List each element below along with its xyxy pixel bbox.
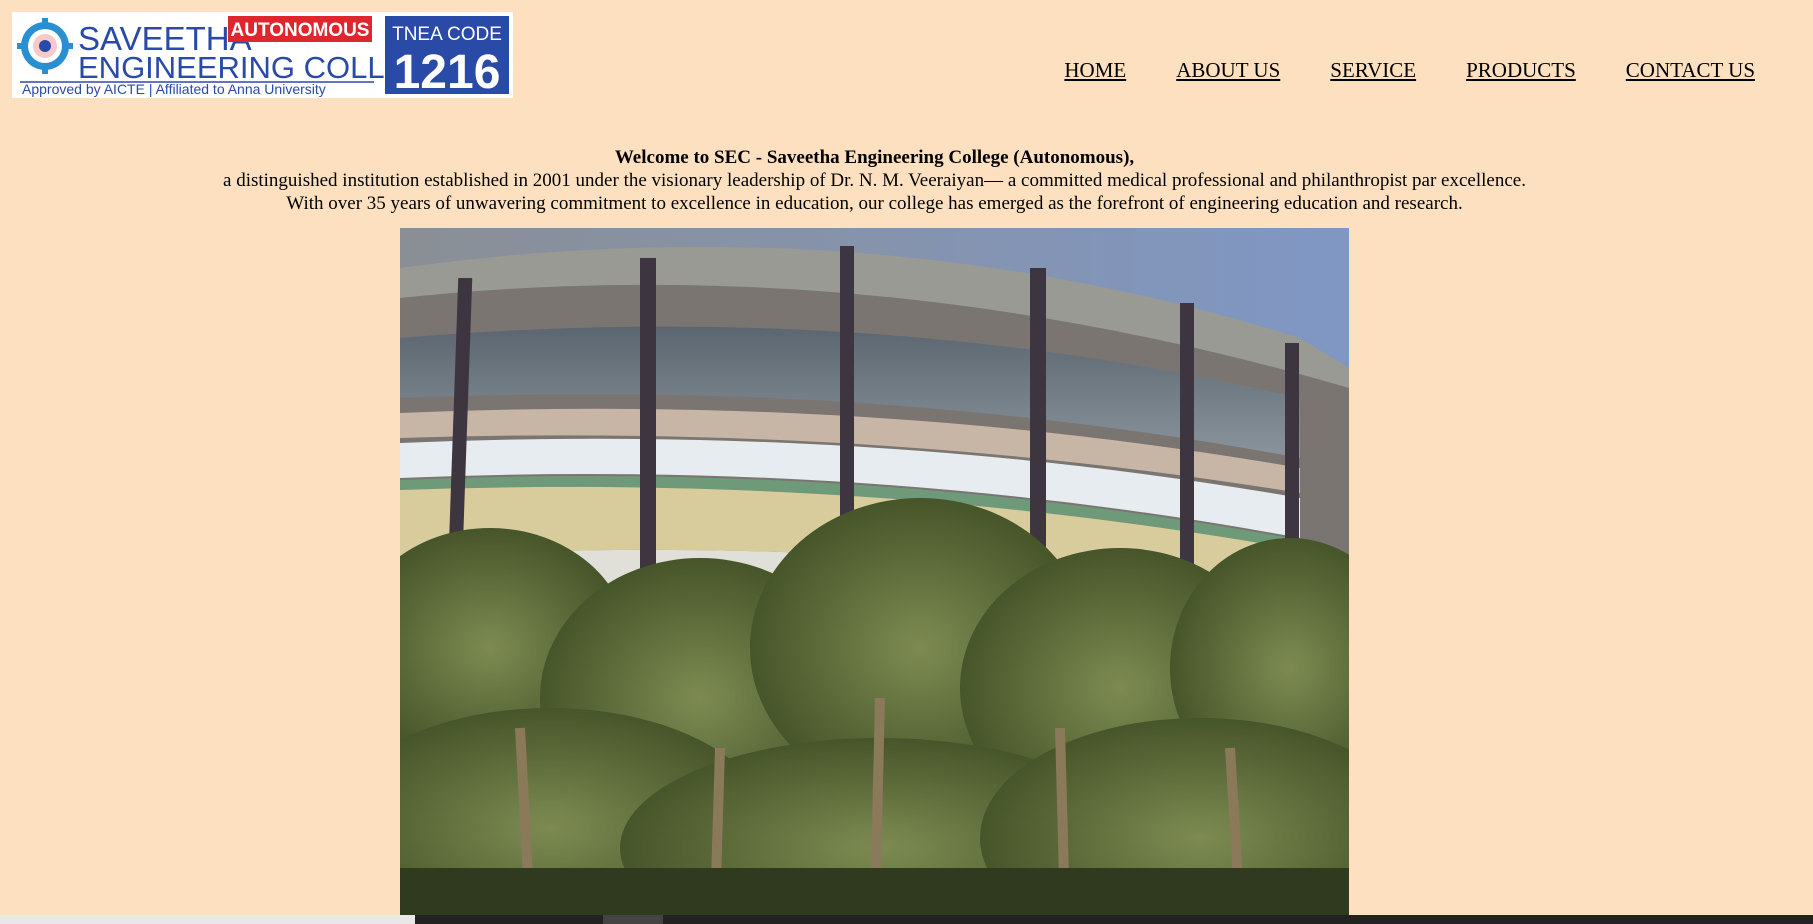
welcome-line-2: a distinguished institution established … — [223, 170, 1526, 191]
logo-tagline: Approved by AICTE | Affiliated to Anna U… — [22, 81, 326, 97]
nav-home[interactable]: HOME — [1064, 58, 1126, 83]
tnea-label: TNEA CODE — [392, 24, 502, 45]
page: SAVEETHA AUTONOMOUS ENGINEERING COLLEGE … — [0, 0, 1813, 924]
taskbar-edge — [0, 915, 1813, 924]
welcome-section: Welcome to SEC - Saveetha Engineering Co… — [0, 146, 1749, 215]
taskbar-app-chip[interactable] — [603, 915, 663, 924]
nav-products[interactable]: PRODUCTS — [1466, 58, 1576, 83]
college-logo[interactable]: SAVEETHA AUTONOMOUS ENGINEERING COLLEGE … — [12, 12, 513, 98]
logo-graphic: SAVEETHA AUTONOMOUS ENGINEERING COLLEGE … — [12, 12, 513, 98]
building-image — [400, 228, 1349, 915]
campus-building-photo — [400, 228, 1349, 915]
autonomous-badge: AUTONOMOUS — [231, 20, 370, 41]
main-nav: HOME ABOUT US SERVICE PRODUCTS CONTACT U… — [1064, 58, 1755, 83]
welcome-headline: Welcome to SEC - Saveetha Engineering Co… — [614, 147, 1135, 168]
nav-about-us[interactable]: ABOUT US — [1176, 58, 1280, 83]
nav-contact-us[interactable]: CONTACT US — [1626, 58, 1755, 83]
tnea-code: 1216 — [394, 46, 501, 98]
nav-service[interactable]: SERVICE — [1330, 58, 1416, 83]
welcome-line-3: With over 35 years of unwavering commitm… — [286, 193, 1463, 214]
taskbar-search-area[interactable] — [0, 915, 415, 924]
